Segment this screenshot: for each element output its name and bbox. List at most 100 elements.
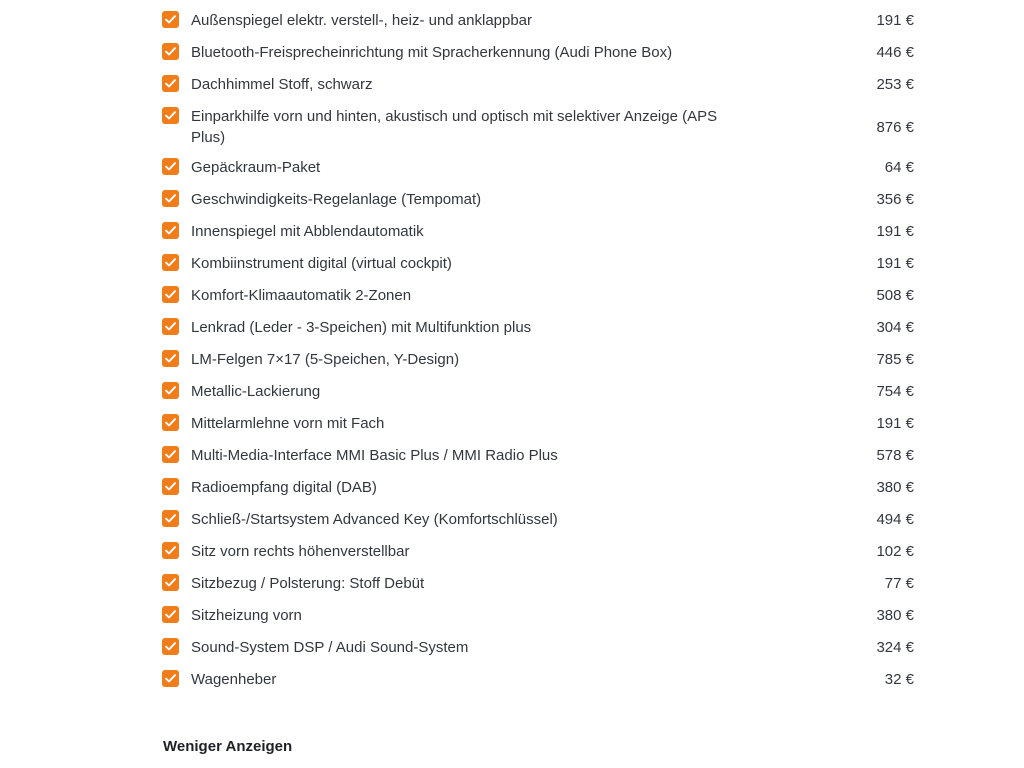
option-row[interactable]: Außenspiegel elektr. verstell-, heiz- un… (162, 10, 914, 31)
option-label: Wagenheber (191, 671, 277, 688)
option-checkbox[interactable] (162, 414, 179, 431)
option-checkbox[interactable] (162, 222, 179, 239)
checkmark-icon (165, 546, 176, 555)
option-price: 876 € (876, 118, 914, 136)
option-label: Lenkrad (Leder - 3-Speichen) mit Multifu… (191, 319, 532, 336)
option-checkbox[interactable] (162, 43, 179, 60)
option-price: 102 € (876, 543, 914, 560)
option-row[interactable]: Schließ-/Startsystem Advanced Key (Komfo… (162, 509, 914, 530)
option-label: Außenspiegel elektr. verstell-, heiz- un… (191, 12, 533, 29)
checkmark-icon (165, 162, 176, 171)
option-checkbox[interactable] (162, 190, 179, 207)
option-row[interactable]: Wagenheber 32 € (162, 669, 914, 690)
option-checkbox[interactable] (162, 254, 179, 271)
option-row[interactable]: Kombiinstrument digital (virtual cockpit… (162, 253, 914, 274)
option-row[interactable]: LM-Felgen 7×17 (5-Speichen, Y-Design) 785… (162, 349, 914, 370)
option-price: 191 € (876, 223, 914, 240)
checkmark-icon (165, 482, 176, 491)
option-label: Gepäckraum-Paket (191, 159, 321, 176)
option-price: 785 € (876, 351, 914, 368)
checkmark-icon (165, 47, 176, 56)
checkmark-icon (165, 226, 176, 235)
option-checkbox[interactable] (162, 446, 179, 463)
option-price: 494 € (876, 511, 914, 528)
option-row[interactable]: Dachhimmel Stoff, schwarz 253 € (162, 74, 914, 95)
option-label: LM-Felgen 7×17 (5-Speichen, Y-Design) (191, 351, 460, 368)
option-price: 356 € (876, 191, 914, 208)
checkmark-icon (165, 642, 176, 651)
option-label: Dachhimmel Stoff, schwarz (191, 76, 373, 93)
option-row[interactable]: Sitzheizung vorn 380 € (162, 605, 914, 626)
option-label: Geschwindigkeits-Regelanlage (Tempomat) (191, 191, 482, 208)
option-label: Komfort-Klimaautomatik 2-Zonen (191, 287, 412, 304)
option-checkbox[interactable] (162, 574, 179, 591)
option-checkbox[interactable] (162, 606, 179, 623)
equipment-options-list: Audi Smartphone Interface678 €Außenspieg… (162, 0, 914, 701)
option-row[interactable]: Bluetooth-Freisprecheinrichtung mit Spra… (162, 42, 914, 63)
option-price: 446 € (876, 44, 914, 61)
option-price: 304 € (876, 319, 914, 336)
option-checkbox[interactable] (162, 382, 179, 399)
option-row[interactable]: Sound-System DSP / Audi Sound-System 324 … (162, 637, 914, 658)
option-row[interactable]: Metallic-Lackierung 754 € (162, 381, 914, 402)
option-price: 253 € (876, 76, 914, 93)
option-label: Sitzheizung vorn (191, 607, 302, 624)
option-row[interactable]: Sitz vorn rechts höhenverstellbar 102 € (162, 541, 914, 562)
option-price: 64 € (884, 159, 914, 176)
option-checkbox[interactable] (162, 107, 179, 124)
option-price: 191 € (876, 255, 914, 272)
option-label: Radioempfang digital (DAB) (191, 479, 377, 496)
option-label: Schließ-/Startsystem Advanced Key (Komfo… (191, 511, 558, 528)
option-label: Sound-System DSP / Audi Sound-System (191, 639, 469, 656)
option-checkbox[interactable] (162, 542, 179, 559)
option-row[interactable]: Innenspiegel mit Abblendautomatik 191 € (162, 221, 914, 242)
option-label: Kombiinstrument digital (virtual cockpit… (191, 255, 452, 272)
option-label: Sitzbezug / Polsterung: Stoff Debüt (191, 575, 425, 592)
option-row[interactable]: Geschwindigkeits-Regelanlage (Tempomat) 3… (162, 189, 914, 210)
checkmark-icon (165, 674, 176, 683)
checkmark-icon (165, 578, 176, 587)
option-checkbox[interactable] (162, 318, 179, 335)
checkmark-icon (165, 111, 176, 120)
option-checkbox[interactable] (162, 350, 179, 367)
option-label: Einparkhilfe vorn und hinten, akustisch … (191, 108, 718, 146)
option-label: Innenspiegel mit Abblendautomatik (191, 223, 424, 240)
option-row[interactable]: Sitzbezug / Polsterung: Stoff Debüt 77 € (162, 573, 914, 594)
option-checkbox[interactable] (162, 510, 179, 527)
checkmark-icon (165, 15, 176, 24)
option-checkbox[interactable] (162, 75, 179, 92)
option-price: 578 € (876, 447, 914, 464)
option-row[interactable]: Einparkhilfe vorn und hinten, akustisch … (162, 106, 914, 148)
checkmark-icon (165, 290, 176, 299)
checkmark-icon (165, 354, 176, 363)
option-price: 32 € (884, 671, 914, 688)
option-price: 324 € (876, 639, 914, 656)
checkmark-icon (165, 386, 176, 395)
option-row[interactable]: Radioempfang digital (DAB) 380 € (162, 477, 914, 498)
checkmark-icon (165, 258, 176, 267)
option-label: Bluetooth-Freisprecheinrichtung mit Spra… (191, 44, 673, 61)
option-row[interactable]: Multi-Media-Interface MMI Basic Plus / M… (162, 445, 914, 466)
checkmark-icon (165, 322, 176, 331)
option-price: 508 € (876, 287, 914, 304)
checkmark-icon (165, 79, 176, 88)
option-checkbox[interactable] (162, 478, 179, 495)
option-row[interactable]: Komfort-Klimaautomatik 2-Zonen 508 € (162, 285, 914, 306)
checkmark-icon (165, 610, 176, 619)
checkmark-icon (165, 194, 176, 203)
option-checkbox[interactable] (162, 638, 179, 655)
option-checkbox[interactable] (162, 670, 179, 687)
show-less-link[interactable]: Weniger Anzeigen (163, 737, 292, 757)
option-label: Metallic-Lackierung (191, 383, 321, 400)
option-price: 191 € (876, 415, 914, 432)
option-label: Multi-Media-Interface MMI Basic Plus / M… (191, 447, 558, 464)
option-row[interactable]: Lenkrad (Leder - 3-Speichen) mit Multifu… (162, 317, 914, 338)
option-checkbox[interactable] (162, 286, 179, 303)
option-checkbox[interactable] (162, 158, 179, 175)
option-row[interactable]: Gepäckraum-Paket 64 € (162, 157, 914, 178)
option-price: 77 € (884, 575, 914, 592)
option-price: 191 € (876, 12, 914, 29)
option-row[interactable]: Mittelarmlehne vorn mit Fach 191 € (162, 413, 914, 434)
checkmark-icon (165, 514, 176, 523)
option-checkbox[interactable] (162, 11, 179, 28)
